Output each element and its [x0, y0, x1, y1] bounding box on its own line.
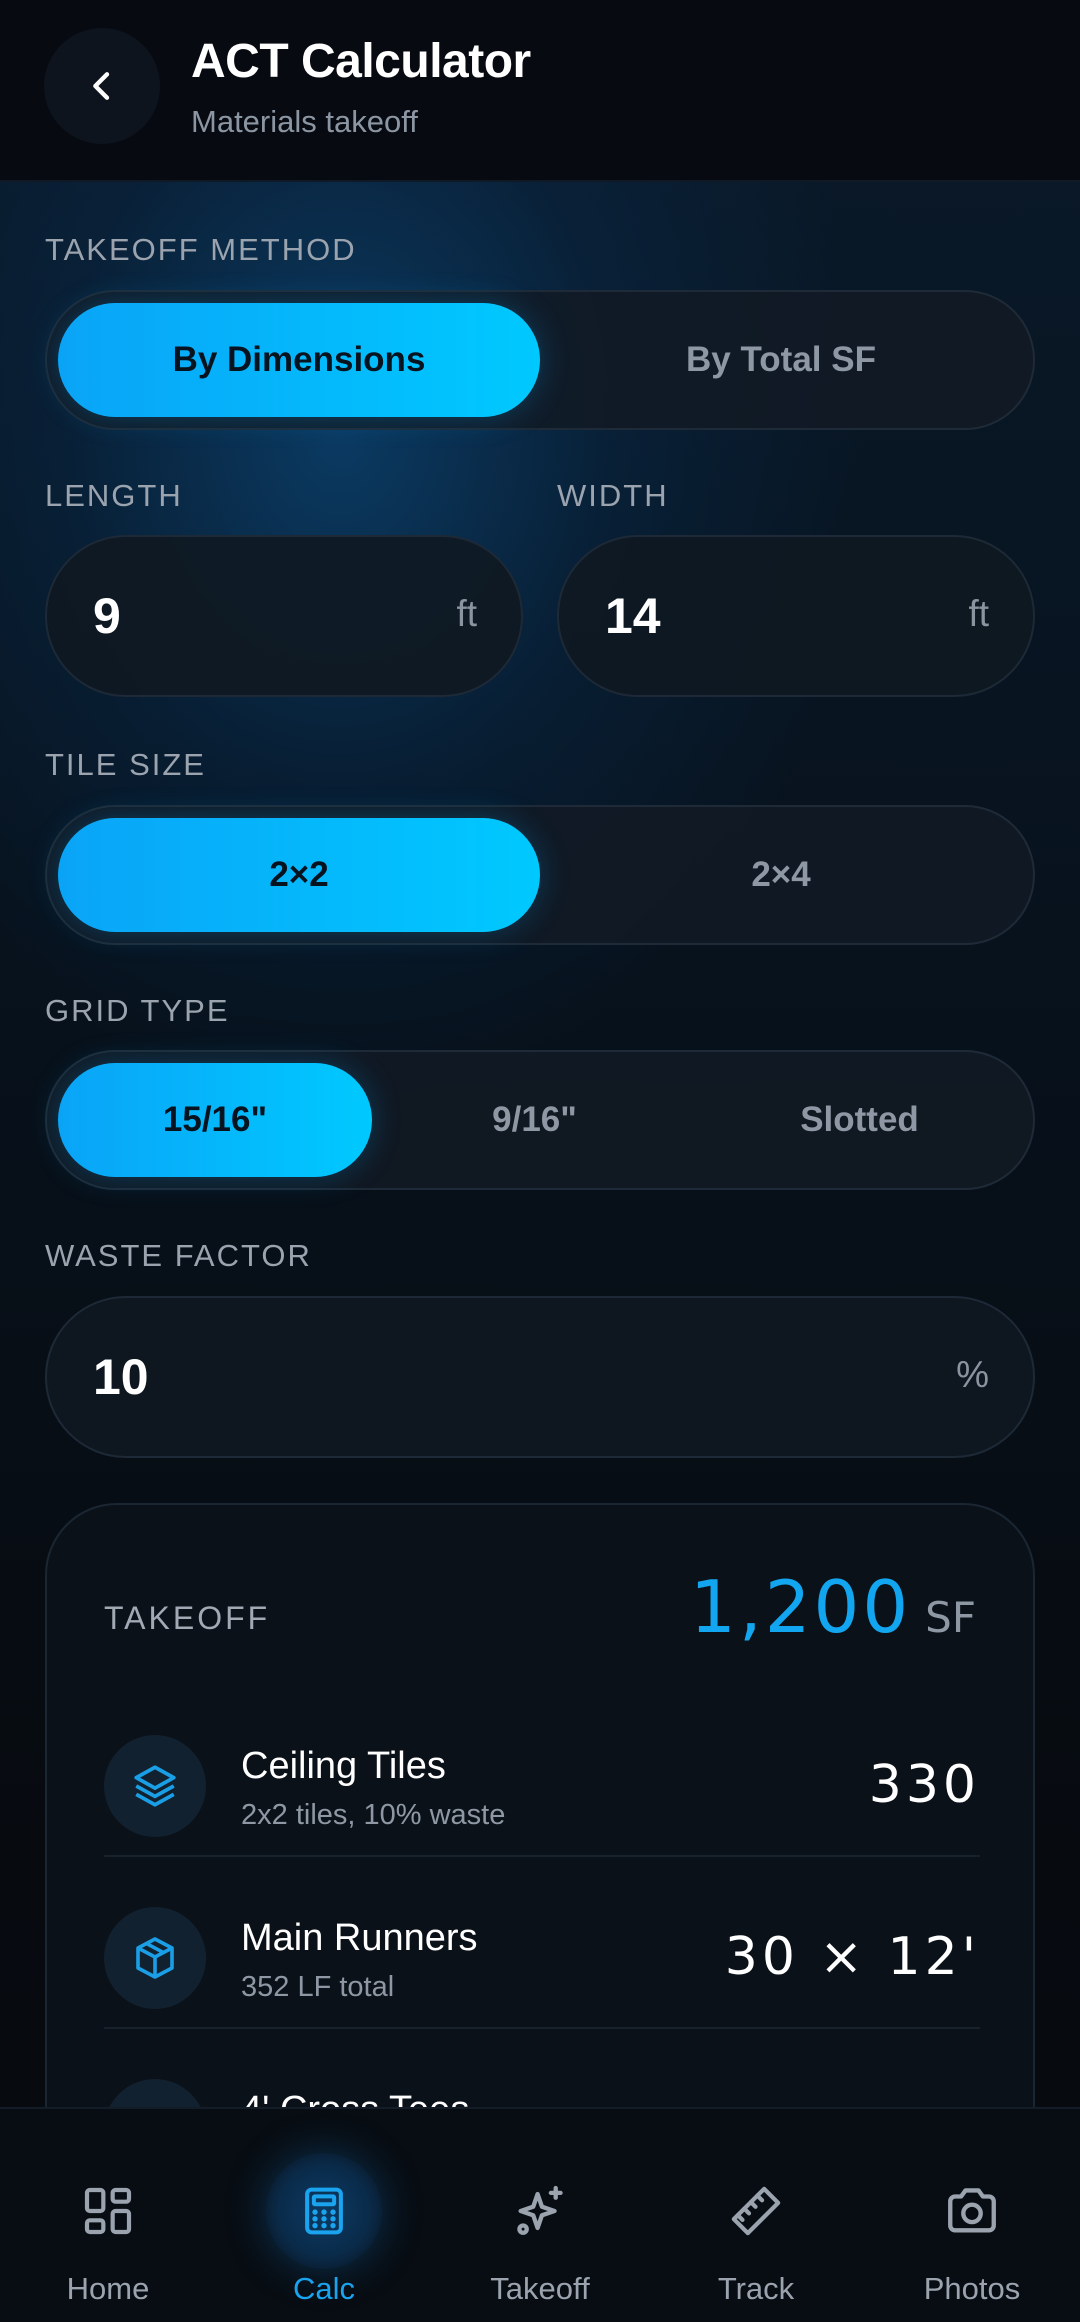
takeoff-item-qty: 30 × 12' [724, 1927, 980, 1987]
width-value: 14 [605, 588, 661, 644]
grid-type-selector: 15/16" 9/16" Slotted [45, 1050, 1035, 1190]
nav-track[interactable]: Track [648, 2109, 864, 2322]
nav-label: Home [66, 2271, 150, 2306]
waste-factor-input[interactable]: 10 % [45, 1296, 1035, 1458]
takeoff-item-main-runners[interactable]: Main Runners 352 LF total 30 × 12' [104, 1877, 980, 2049]
row-divider [104, 2027, 980, 2029]
layers-icon [104, 1735, 206, 1837]
takeoff-total-value: 1,200 [690, 1565, 912, 1649]
nav-calc[interactable]: Calc [216, 2109, 432, 2322]
grid-type-label: GRID TYPE [45, 993, 230, 1028]
waste-factor-label: WASTE FACTOR [45, 1238, 312, 1273]
tile-size-2x4-button[interactable]: 2×4 [540, 818, 1022, 932]
takeoff-method-label: TAKEOFF METHOD [45, 232, 357, 267]
app-header: ACT Calculator Materials takeoff [0, 0, 1080, 182]
nav-photos[interactable]: Photos [864, 2109, 1080, 2322]
tile-size-label: TILE SIZE [45, 747, 206, 782]
nav-home[interactable]: Home [0, 2109, 216, 2322]
takeoff-total: 1,200 SF [690, 1565, 976, 1649]
ruler-icon [698, 2153, 814, 2269]
page-subtitle: Materials takeoff [191, 104, 418, 139]
chevron-left-icon [93, 72, 110, 100]
takeoff-item-ceiling-tiles[interactable]: Ceiling Tiles 2x2 tiles, 10% waste 330 [104, 1705, 980, 1877]
length-unit: ft [456, 593, 477, 634]
nav-takeoff[interactable]: Takeoff [432, 2109, 648, 2322]
takeoff-total-unit: SF [925, 1593, 976, 1642]
takeoff-item-desc: 2x2 tiles, 10% waste [241, 1799, 506, 1831]
grid-home-icon [50, 2153, 166, 2269]
tile-size-2x2-button[interactable]: 2×2 [58, 818, 540, 932]
grid-type-15-16-button[interactable]: 15/16" [58, 1063, 372, 1177]
length-input[interactable]: 9 ft [45, 535, 523, 697]
takeoff-item-qty: 330 [868, 1755, 980, 1815]
nav-label: Takeoff [490, 2271, 590, 2306]
waste-factor-value: 10 [93, 1349, 149, 1405]
takeoff-item-desc: 352 LF total [241, 1971, 395, 2003]
takeoff-title: TAKEOFF [104, 1600, 271, 1636]
calculator-icon [266, 2153, 382, 2269]
camera-icon [914, 2153, 1030, 2269]
page-title: ACT Calculator [191, 35, 531, 88]
length-value: 9 [93, 588, 121, 644]
row-divider [104, 1855, 980, 1857]
nav-label: Calc [292, 2271, 355, 2306]
method-by-total-sf-button[interactable]: By Total SF [540, 303, 1022, 417]
width-label: WIDTH [557, 478, 669, 513]
takeoff-item-name: Ceiling Tiles [241, 1745, 446, 1787]
back-button[interactable] [44, 28, 160, 144]
width-input[interactable]: 14 ft [557, 535, 1035, 697]
length-label: LENGTH [45, 478, 183, 513]
tile-size-selector: 2×2 2×4 [45, 805, 1035, 945]
sparkles-icon [482, 2153, 598, 2269]
grid-type-9-16-button[interactable]: 9/16" [372, 1063, 697, 1177]
box-icon [104, 1907, 206, 2009]
grid-type-slotted-button[interactable]: Slotted [697, 1063, 1022, 1177]
waste-factor-unit: % [956, 1354, 989, 1395]
nav-label: Track [717, 2271, 795, 2306]
method-by-dimensions-button[interactable]: By Dimensions [58, 303, 540, 417]
width-unit: ft [968, 593, 989, 634]
takeoff-method-selector: By Dimensions By Total SF [45, 290, 1035, 430]
takeoff-item-name: Main Runners [241, 1917, 478, 1959]
bottom-nav: Home Calc Takeoff Track Photos [0, 2107, 1080, 2322]
nav-label: Photos [923, 2271, 1021, 2306]
